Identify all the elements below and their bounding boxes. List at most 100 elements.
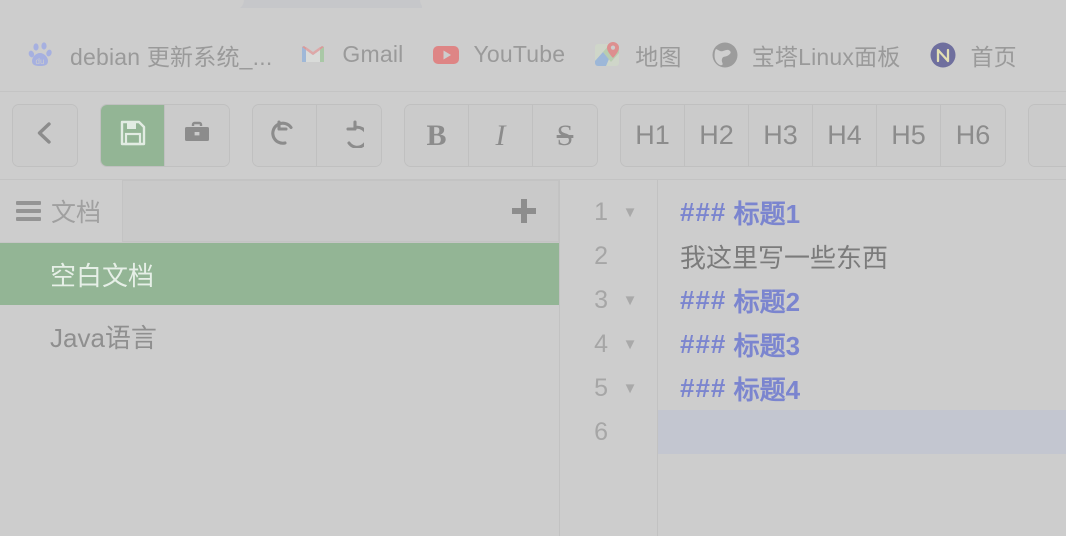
undo-arrow-icon	[270, 118, 300, 153]
redo-button[interactable]	[317, 105, 381, 166]
italic-icon: I	[495, 118, 506, 152]
gutter-line: 6	[560, 410, 657, 454]
toolbar-group-file-actions	[100, 104, 230, 167]
document-sidebar: 文档 空白文档 Java语言	[0, 180, 560, 536]
bookmark-item[interactable]: du debian 更新系统_...	[14, 32, 286, 78]
add-document-icon[interactable]	[510, 197, 538, 225]
undo-button[interactable]	[253, 105, 317, 166]
document-list-item[interactable]: 空白文档	[0, 243, 559, 305]
tab-corner-right	[420, 0, 432, 10]
code-line[interactable]	[658, 410, 1066, 454]
strikethrough-button[interactable]: S	[533, 105, 597, 166]
heading-5-button[interactable]: H5	[877, 105, 941, 166]
globe-icon	[710, 40, 740, 70]
chevron-left-icon	[30, 118, 60, 153]
bookmark-item[interactable]: YouTube	[417, 34, 579, 76]
bold-button[interactable]: B	[405, 105, 469, 166]
h1-icon: H1	[635, 120, 670, 150]
document-list-item[interactable]: Java语言	[0, 305, 559, 367]
heading-6-button[interactable]: H6	[941, 105, 1005, 166]
bookmark-item[interactable]: Gmail	[286, 34, 417, 76]
fold-toggle-icon[interactable]: ▼	[619, 336, 641, 353]
toolbar-group-text-style: BIS	[404, 104, 598, 167]
floppy-disk-icon	[118, 118, 148, 153]
overflow-button[interactable]	[1029, 105, 1066, 166]
document-search-field[interactable]	[122, 180, 559, 242]
gutter-line: 2	[560, 234, 657, 278]
sidebar-title[interactable]: 文档	[0, 180, 122, 242]
back-button[interactable]	[13, 105, 77, 166]
bookmark-label: 地图	[635, 43, 682, 70]
markdown-marker: ###	[680, 328, 727, 359]
document-list: 空白文档 Java语言	[0, 243, 559, 536]
fold-toggle-icon[interactable]: ▼	[619, 292, 641, 309]
toolbar-group-headings: H1 H2 H3 H4 H5 H6	[620, 104, 1006, 167]
h4-icon: H4	[827, 120, 862, 150]
line-number: 5	[594, 373, 608, 402]
browser-window: du debian 更新系统_... Gmail YouTube 地图 宝塔Linux面板…	[0, 0, 1066, 536]
bookmark-item[interactable]: 地图	[579, 32, 695, 78]
line-number: 1	[594, 197, 608, 226]
bookmark-item[interactable]: 宝塔Linux面板	[696, 32, 915, 78]
bookmark-label: YouTube	[473, 41, 566, 67]
svg-text:du: du	[36, 57, 45, 66]
heading-2-button[interactable]: H2	[685, 105, 749, 166]
save-button[interactable]	[101, 105, 165, 166]
code-line[interactable]: ### 标题2	[658, 278, 1066, 322]
browser-tab[interactable]	[240, 0, 422, 8]
code-content-area[interactable]: ### 标题1 我这里写一些东西 ### 标题2 ### 标题3 ### 标题4	[658, 180, 1066, 536]
heading-1-button[interactable]: H1	[621, 105, 685, 166]
gutter-line: 3 ▼	[560, 278, 657, 322]
gutter-line: 4 ▼	[560, 322, 657, 366]
fold-toggle-icon[interactable]: ▼	[619, 204, 641, 221]
h2-icon: H2	[699, 120, 734, 150]
bookmarks-bar: du debian 更新系统_... Gmail YouTube 地图 宝塔Linux面板…	[0, 18, 1066, 92]
strikethrough-icon: S	[556, 118, 574, 152]
line-number: 6	[594, 417, 608, 446]
heading-4-button[interactable]: H4	[813, 105, 877, 166]
h5-icon: H5	[891, 120, 926, 150]
editor-toolbar: B I S H1 H2 H3 H4 H5 H6	[0, 92, 1066, 180]
bookmark-label: 首页	[970, 43, 1017, 70]
bookmark-label: Gmail	[342, 41, 404, 67]
sidebar-header: 文档	[0, 180, 559, 243]
gutter-line: 1 ▼	[560, 190, 657, 234]
hamburger-menu-icon[interactable]	[16, 201, 41, 221]
code-line-text: 标题2	[726, 286, 801, 317]
bookmark-label: 宝塔Linux面板	[751, 43, 901, 70]
italic-button[interactable]: I	[469, 105, 533, 166]
markdown-marker: ###	[680, 372, 727, 403]
baidu-icon: du	[28, 40, 58, 70]
markdown-marker: ###	[680, 284, 727, 315]
bold-icon: B	[426, 118, 447, 152]
browser-tab-strip	[0, 0, 1066, 18]
google-maps-icon	[593, 40, 623, 70]
code-line[interactable]: ### 标题3	[658, 322, 1066, 366]
toolbox-button[interactable]	[165, 105, 229, 166]
line-number: 3	[594, 285, 608, 314]
youtube-icon	[431, 40, 461, 70]
bookmark-item[interactable]: 首页	[914, 32, 1030, 78]
gmail-icon	[300, 40, 330, 70]
nginx-icon	[928, 40, 958, 70]
code-line[interactable]: ### 标题1	[658, 190, 1066, 234]
workspace: 文档 空白文档 Java语言 1 ▼ 2 3 ▼ 4 ▼ 5 ▼ 6 ### 标题1 我这里写一些东西…	[0, 180, 1066, 536]
fold-toggle-icon[interactable]: ▼	[619, 380, 641, 397]
heading-3-button[interactable]: H3	[749, 105, 813, 166]
gutter-line: 5 ▼	[560, 366, 657, 410]
code-line[interactable]: ### 标题4	[658, 366, 1066, 410]
h6-icon: H6	[955, 120, 991, 150]
bookmark-label: debian 更新系统_...	[70, 43, 273, 70]
code-line[interactable]: 我这里写一些东西	[658, 234, 1066, 278]
markdown-marker: ###	[680, 196, 727, 227]
line-number: 4	[594, 329, 608, 358]
toolbar-group-overflow	[1028, 104, 1066, 167]
line-number-gutter: 1 ▼ 2 3 ▼ 4 ▼ 5 ▼ 6	[560, 180, 658, 536]
sidebar-title-label: 文档	[51, 199, 102, 227]
code-line-text: 我这里写一些东西	[680, 242, 889, 273]
redo-arrow-icon	[334, 118, 369, 153]
code-line-text: 标题3	[726, 330, 801, 361]
code-line-text: 标题4	[726, 374, 801, 405]
tab-corner-left	[232, 0, 244, 10]
line-number: 2	[594, 241, 608, 270]
